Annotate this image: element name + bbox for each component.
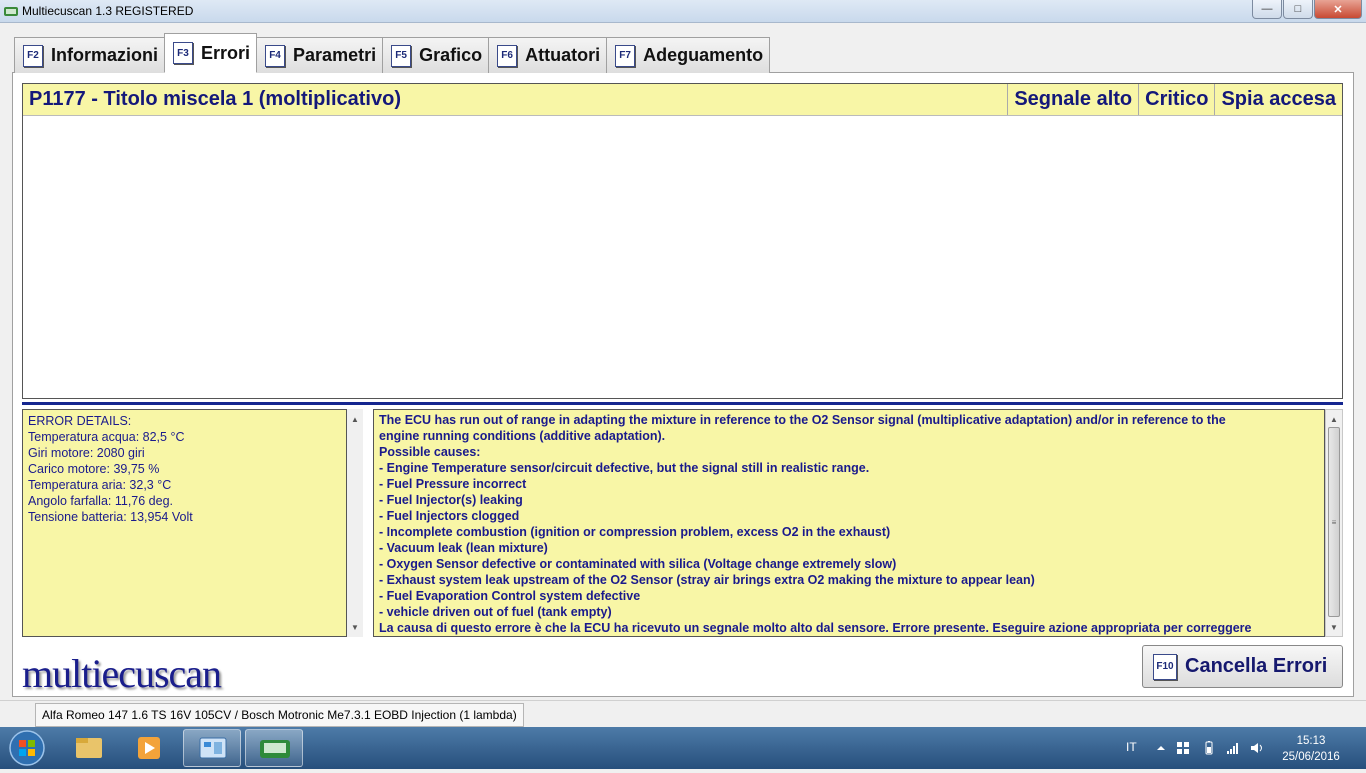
- volume-icon[interactable]: [1250, 741, 1264, 755]
- f10-key-icon: F10: [1153, 653, 1177, 680]
- taskbar: IT 15:13 25/06/2016: [0, 727, 1366, 769]
- app-icon: [4, 7, 18, 16]
- description-line: Possible causes:: [379, 445, 481, 459]
- detail-line: Angolo farfalla: 11,76 deg.: [28, 494, 174, 508]
- description-line: - vehicle driven out of fuel (tank empty…: [379, 605, 612, 619]
- vehicle-status: Alfa Romeo 147 1.6 TS 16V 105CV / Bosch …: [35, 703, 524, 727]
- description-line: La causa di questo errore è che la ECU h…: [379, 621, 1252, 635]
- scroll-down-icon[interactable]: ▼: [1326, 619, 1342, 635]
- minimize-button[interactable]: —: [1252, 0, 1282, 19]
- maximize-button[interactable]: □: [1283, 0, 1313, 19]
- description-scrollbar[interactable]: ▲ ≡ ▼: [1325, 409, 1343, 637]
- control-panel-icon[interactable]: [183, 729, 241, 767]
- error-code-title: P1177 - Titolo miscela 1 (moltiplicativo…: [29, 88, 401, 110]
- close-button[interactable]: ✕: [1314, 0, 1362, 19]
- error-signal: Segnale alto: [1007, 84, 1138, 115]
- battery-icon[interactable]: [1202, 741, 1216, 755]
- f3-key-icon: F3: [173, 42, 193, 64]
- clock-date: 25/06/2016: [1282, 751, 1340, 763]
- tab-informazioni[interactable]: F2 Informazioni: [14, 37, 165, 73]
- scroll-up-icon[interactable]: ▲: [1326, 411, 1342, 427]
- title-bar: Multiecuscan 1.3 REGISTERED — □ ✕: [0, 0, 1366, 23]
- explorer-icon[interactable]: [60, 729, 118, 767]
- f5-key-icon: F5: [391, 44, 412, 67]
- description-line: The ECU has run out of range in adapting…: [379, 413, 1226, 427]
- media-player-icon[interactable]: [120, 729, 178, 767]
- detail-line: Temperatura aria: 32,3 °C: [28, 478, 172, 492]
- clear-errors-label: Cancella Errori: [1185, 655, 1328, 677]
- clear-errors-button[interactable]: F10 Cancella Errori: [1142, 645, 1343, 688]
- error-description-panel: The ECU has run out of range in adapting…: [373, 409, 1325, 637]
- tab-grafico[interactable]: F5 Grafico: [382, 37, 490, 73]
- error-details-panel: ERROR DETAILS: Temperatura acqua: 82,5 °…: [22, 409, 347, 637]
- detail-line: Carico motore: 39,75 %: [28, 462, 160, 476]
- tab-parametri[interactable]: F4 Parametri: [256, 37, 384, 73]
- window-title: Multiecuscan 1.3 REGISTERED: [22, 4, 194, 18]
- f6-key-icon: F6: [497, 44, 518, 67]
- error-row[interactable]: P1177 - Titolo miscela 1 (moltiplicativo…: [23, 84, 1342, 116]
- tab-label: Adeguamento: [643, 45, 764, 65]
- scroll-thumb[interactable]: ≡: [1328, 427, 1340, 617]
- detail-line: Giri motore: 2080 giri: [28, 446, 145, 460]
- scroll-down-icon[interactable]: ▼: [347, 619, 363, 635]
- action-center-icon[interactable]: [1176, 741, 1190, 755]
- language-indicator[interactable]: IT: [1126, 740, 1137, 754]
- tab-errori[interactable]: F3 Errori: [164, 33, 258, 73]
- tab-label: Parametri: [293, 45, 377, 65]
- network-signal-icon[interactable]: [1226, 741, 1240, 755]
- status-bar: Alfa Romeo 147 1.6 TS 16V 105CV / Bosch …: [0, 700, 1366, 728]
- description-line: - Exhaust system leak upstream of the O2…: [379, 573, 1035, 587]
- f2-key-icon: F2: [23, 44, 43, 67]
- f7-key-icon: F7: [615, 44, 636, 67]
- error-severity: Critico: [1138, 84, 1214, 115]
- scroll-up-icon[interactable]: ▲: [347, 411, 363, 427]
- detail-line: Tensione batteria: 13,954 Volt: [28, 510, 193, 524]
- error-lamp: Spia accesa: [1214, 84, 1342, 115]
- tab-label: Informazioni: [51, 45, 158, 65]
- multiecuscan-taskbar-icon[interactable]: [245, 729, 303, 767]
- detail-line: Temperatura acqua: 82,5 °C: [28, 430, 185, 444]
- tab-attuatori[interactable]: F6 Attuatori: [488, 37, 608, 73]
- details-heading: ERROR DETAILS:: [28, 414, 132, 428]
- tab-label: Grafico: [419, 45, 483, 65]
- tab-label: Attuatori: [525, 45, 601, 65]
- description-line: - Incomplete combustion (ignition or com…: [379, 525, 891, 539]
- description-line: - Fuel Evaporation Control system defect…: [379, 589, 641, 603]
- f4-key-icon: F4: [265, 44, 286, 67]
- tab-adeguamento[interactable]: F7 Adeguamento: [606, 37, 771, 73]
- description-line: - Fuel Injectors clogged: [379, 509, 520, 523]
- description-line: - Oxygen Sensor defective or contaminate…: [379, 557, 897, 571]
- windows-start-icon[interactable]: [2, 729, 52, 767]
- description-line: - Vacuum leak (lean mixture): [379, 541, 548, 555]
- description-line: - Fuel Pressure incorrect: [379, 477, 527, 491]
- multiecuscan-logo: multiecuscan: [22, 651, 222, 696]
- panel-divider[interactable]: [22, 402, 1343, 405]
- description-line: - Fuel Injector(s) leaking: [379, 493, 523, 507]
- description-line: - Engine Temperature sensor/circuit defe…: [379, 461, 870, 475]
- show-hidden-icons-icon[interactable]: [1154, 741, 1168, 755]
- details-scrollbar[interactable]: ▲ ▼: [347, 409, 363, 637]
- tab-bar: F2 Informazioni F3 Errori F4 Parametri F…: [14, 33, 771, 73]
- tab-label: Errori: [201, 42, 251, 63]
- error-list: P1177 - Titolo miscela 1 (moltiplicativo…: [22, 83, 1343, 399]
- clock-time: 15:13: [1296, 735, 1326, 747]
- clock[interactable]: 15:13 25/06/2016: [1280, 733, 1342, 765]
- description-line: engine running conditions (additive adap…: [379, 429, 666, 443]
